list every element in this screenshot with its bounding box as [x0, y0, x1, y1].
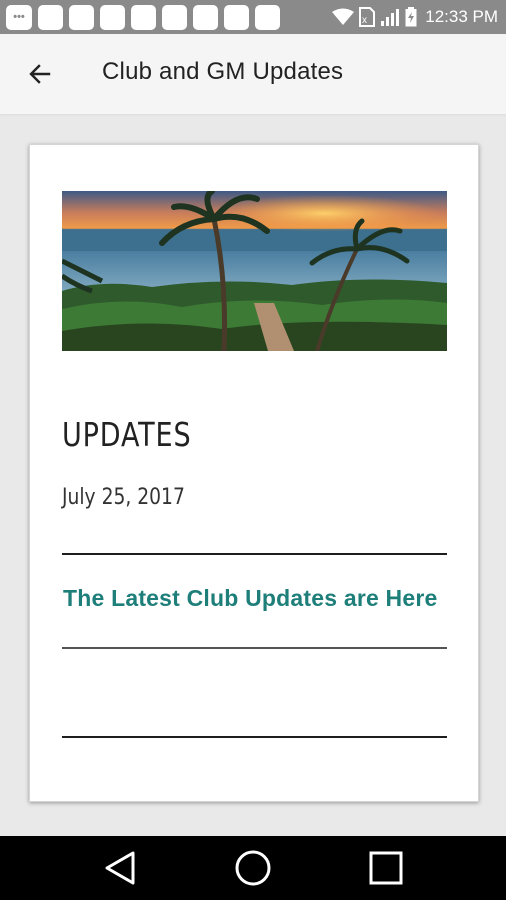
notification-icons: ••• — [6, 4, 280, 30]
no-sim-icon: x — [359, 7, 376, 27]
notification-icon — [255, 4, 280, 30]
notification-icon — [193, 4, 218, 30]
notification-icon — [100, 4, 125, 30]
arrow-left-icon — [29, 64, 51, 84]
update-card: UPDATES July 25, 2017 The Latest Club Up… — [29, 144, 479, 802]
notification-icon — [131, 4, 156, 30]
svg-text:x: x — [362, 15, 367, 26]
status-bar: ••• x 12:33 PM — [0, 0, 506, 34]
recent-apps-square-icon — [369, 851, 403, 885]
latest-updates-link[interactable]: The Latest Club Updates are Here — [63, 585, 438, 612]
notification-icon — [69, 4, 94, 30]
nav-recent-apps-button[interactable] — [364, 848, 408, 888]
status-right: x 12:33 PM — [332, 0, 498, 34]
app-bar: Club and GM Updates — [0, 34, 506, 114]
page-title: Club and GM Updates — [102, 58, 344, 85]
home-circle-icon — [235, 850, 271, 886]
hero-image — [62, 191, 447, 351]
signal-icon — [381, 9, 400, 26]
divider — [62, 736, 447, 738]
section-heading: UPDATES — [62, 415, 192, 454]
back-triangle-icon — [105, 851, 135, 885]
battery-icon — [405, 7, 417, 27]
wifi-icon — [332, 8, 355, 25]
back-button[interactable] — [20, 54, 60, 94]
nav-home-button[interactable] — [231, 848, 275, 888]
post-date: July 25, 2017 — [62, 485, 185, 510]
status-time: 12:33 PM — [425, 7, 498, 26]
divider — [62, 553, 447, 555]
notification-icon — [224, 4, 249, 30]
navigation-bar — [0, 836, 506, 900]
notification-icon — [38, 4, 63, 30]
nav-back-button[interactable] — [98, 848, 142, 888]
notification-icon — [162, 4, 187, 30]
message-icon: ••• — [6, 4, 32, 30]
divider — [62, 647, 447, 649]
